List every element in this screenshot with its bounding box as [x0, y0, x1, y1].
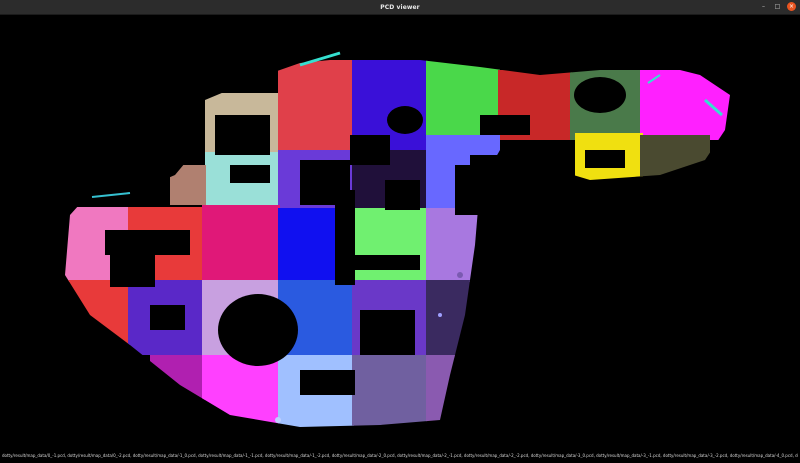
window-title: PCD viewer — [380, 3, 420, 11]
pointcloud-tile — [426, 280, 476, 358]
footprint — [215, 115, 270, 155]
pcd-viewer-window: PCD viewer – □ × dotty/result/map_data/0… — [0, 0, 800, 463]
pointcloud-tile — [65, 280, 130, 350]
footprint — [360, 310, 415, 355]
pointcloud-tile — [352, 208, 428, 282]
edge-scatter — [91, 192, 131, 198]
footprint — [387, 106, 423, 134]
edge-scatter — [438, 313, 442, 317]
window-controls: – □ × — [759, 2, 796, 11]
footprint — [350, 135, 390, 165]
footprint — [355, 255, 420, 270]
maximize-button[interactable]: □ — [773, 2, 782, 11]
close-button[interactable]: × — [787, 2, 796, 11]
footprint — [230, 165, 270, 183]
footprint — [385, 180, 420, 210]
footprint — [105, 230, 190, 255]
pointcloud-viewport[interactable] — [0, 15, 800, 455]
pointcloud-canvas[interactable] — [0, 15, 800, 455]
pointcloud-tile — [202, 355, 280, 427]
title-bar[interactable]: PCD viewer – □ × — [0, 0, 800, 15]
pointcloud-tile — [426, 355, 466, 427]
footprint — [300, 370, 355, 395]
minimize-button[interactable]: – — [759, 2, 768, 11]
pointcloud-tile — [426, 208, 500, 282]
footprint — [150, 305, 185, 330]
pointcloud-tile — [352, 355, 428, 427]
loaded-files-status: dotty/result/map_data/0_-1.pcd, dotty/re… — [2, 453, 798, 458]
pointcloud-tile — [640, 135, 710, 180]
pointcloud-tile — [170, 165, 206, 205]
footprint — [480, 115, 530, 135]
pointcloud-tile — [202, 205, 280, 282]
edge-scatter — [457, 272, 463, 278]
footprint — [574, 77, 626, 113]
pointcloud-tile — [278, 60, 354, 150]
footprint — [455, 165, 480, 215]
footprint — [335, 190, 355, 285]
edge-scatter — [275, 417, 281, 423]
footprint — [218, 294, 298, 366]
footprint — [110, 255, 155, 287]
pointcloud-tile — [150, 355, 205, 425]
footprint — [585, 150, 625, 168]
